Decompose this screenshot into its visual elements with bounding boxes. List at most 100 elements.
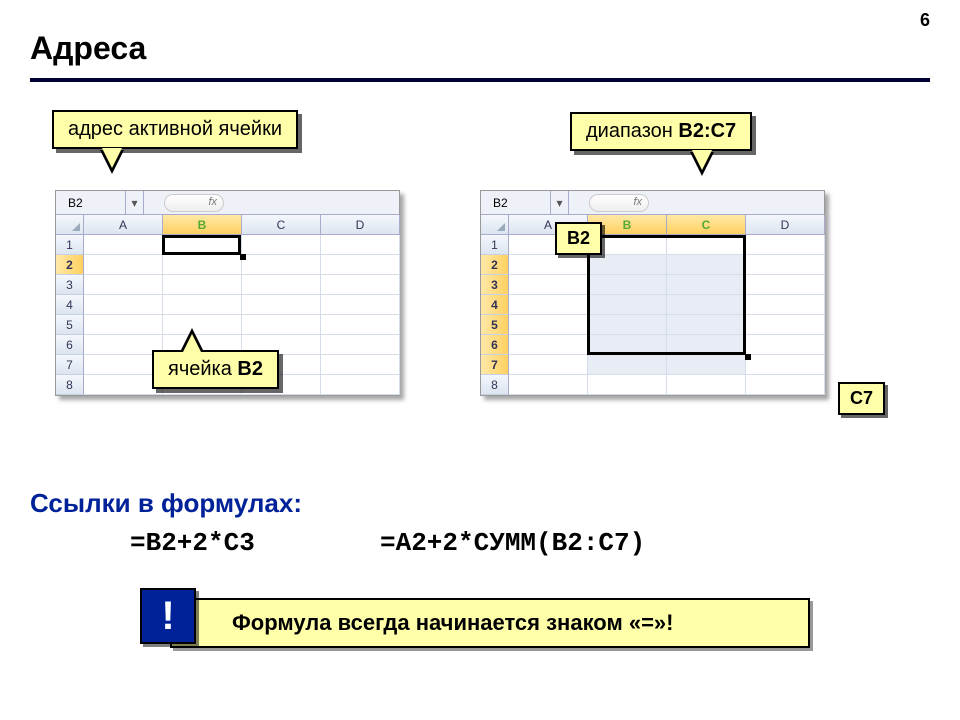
cell[interactable]: [242, 315, 321, 335]
row-header[interactable]: 1: [56, 235, 84, 255]
exclamation-badge: !: [140, 588, 196, 644]
row-header[interactable]: 8: [481, 375, 509, 395]
row-header[interactable]: 7: [56, 355, 84, 375]
page-title: Адреса: [30, 30, 146, 67]
cell[interactable]: [667, 295, 746, 315]
cell[interactable]: [84, 295, 163, 315]
cell[interactable]: [588, 255, 667, 275]
note-text: Формула всегда начинается знаком «=»!: [232, 610, 673, 635]
cell[interactable]: [163, 255, 242, 275]
cell[interactable]: [746, 315, 825, 335]
row-header[interactable]: 8: [56, 375, 84, 395]
cell[interactable]: [84, 255, 163, 275]
callout-tail-icon: [180, 328, 204, 352]
cell[interactable]: [163, 295, 242, 315]
cell[interactable]: [509, 315, 588, 335]
cell[interactable]: [163, 235, 242, 255]
cell[interactable]: [746, 355, 825, 375]
cell[interactable]: [321, 275, 400, 295]
cell[interactable]: [588, 335, 667, 355]
cell[interactable]: [509, 355, 588, 375]
column-header[interactable]: D: [746, 215, 825, 235]
callout-active-cell-address: адрес активной ячейки: [52, 110, 298, 149]
cell[interactable]: [746, 295, 825, 315]
cell[interactable]: [321, 295, 400, 315]
cell[interactable]: [163, 275, 242, 295]
row-header[interactable]: 6: [481, 335, 509, 355]
cell[interactable]: [588, 315, 667, 335]
cell[interactable]: [242, 255, 321, 275]
row-header[interactable]: 7: [481, 355, 509, 375]
formula-bar: B2 ▾ fx: [481, 191, 824, 215]
cell[interactable]: [667, 355, 746, 375]
name-box[interactable]: B2: [56, 191, 126, 214]
cell[interactable]: [242, 295, 321, 315]
cell[interactable]: [509, 275, 588, 295]
cell[interactable]: [746, 335, 825, 355]
cell[interactable]: [667, 275, 746, 295]
row-header[interactable]: 2: [481, 255, 509, 275]
cell-grid[interactable]: ABCD12345678: [481, 215, 824, 395]
cell[interactable]: [509, 295, 588, 315]
cell[interactable]: [84, 275, 163, 295]
cell[interactable]: [321, 255, 400, 275]
callout-text: диапазон: [586, 120, 678, 142]
fx-label: fx: [208, 196, 217, 208]
cell[interactable]: [242, 275, 321, 295]
cell[interactable]: [746, 235, 825, 255]
cell[interactable]: [746, 275, 825, 295]
row-header[interactable]: 4: [56, 295, 84, 315]
row-header[interactable]: 5: [56, 315, 84, 335]
callout-range: диапазон B2:C7: [570, 112, 752, 151]
fx-button[interactable]: fx: [589, 194, 649, 212]
cell[interactable]: [84, 235, 163, 255]
fill-handle-icon[interactable]: [240, 254, 246, 260]
select-all-corner[interactable]: [56, 215, 84, 235]
cell[interactable]: [667, 375, 746, 395]
callout-text: ячейка: [168, 358, 237, 380]
row-header[interactable]: 6: [56, 335, 84, 355]
row-header[interactable]: 2: [56, 255, 84, 275]
cell[interactable]: [588, 375, 667, 395]
cell[interactable]: [84, 315, 163, 335]
row-header[interactable]: 5: [481, 315, 509, 335]
select-all-corner[interactable]: [481, 215, 509, 235]
fill-handle-icon[interactable]: [745, 354, 751, 360]
row-header[interactable]: 1: [481, 235, 509, 255]
fx-button[interactable]: fx: [164, 194, 224, 212]
cell[interactable]: [509, 375, 588, 395]
note-box: Формула всегда начинается знаком «=»!: [170, 598, 810, 648]
row-header[interactable]: 4: [481, 295, 509, 315]
cell[interactable]: [321, 315, 400, 335]
column-header[interactable]: C: [667, 215, 746, 235]
column-header[interactable]: D: [321, 215, 400, 235]
callout-bold: B2:C7: [678, 120, 736, 142]
cell[interactable]: [746, 375, 825, 395]
cell[interactable]: [667, 315, 746, 335]
cell[interactable]: [667, 235, 746, 255]
name-box-dropdown-icon[interactable]: ▾: [126, 191, 144, 214]
title-rule: [30, 78, 930, 82]
column-header[interactable]: B: [163, 215, 242, 235]
cell[interactable]: [588, 295, 667, 315]
name-box[interactable]: B2: [481, 191, 551, 214]
cell[interactable]: [321, 235, 400, 255]
column-header[interactable]: A: [84, 215, 163, 235]
column-header[interactable]: C: [242, 215, 321, 235]
row-header[interactable]: 3: [481, 275, 509, 295]
cell[interactable]: [509, 335, 588, 355]
cell[interactable]: [321, 375, 400, 395]
cell[interactable]: [509, 255, 588, 275]
row-header[interactable]: 3: [56, 275, 84, 295]
cell[interactable]: [667, 335, 746, 355]
cell[interactable]: [242, 235, 321, 255]
cell[interactable]: [588, 355, 667, 375]
cell[interactable]: [321, 355, 400, 375]
cell[interactable]: [321, 335, 400, 355]
page-number: 6: [920, 10, 930, 31]
callout-bold: B2: [237, 358, 263, 380]
cell[interactable]: [667, 255, 746, 275]
cell[interactable]: [746, 255, 825, 275]
cell[interactable]: [588, 275, 667, 295]
name-box-dropdown-icon[interactable]: ▾: [551, 191, 569, 214]
